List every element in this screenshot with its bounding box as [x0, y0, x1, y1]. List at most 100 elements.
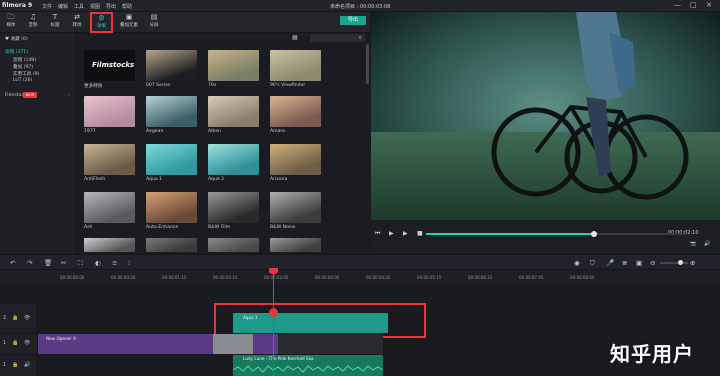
- render-icon[interactable]: ◉: [574, 259, 580, 267]
- skip-back-icon[interactable]: ⏮: [375, 230, 380, 238]
- tab-split-screen[interactable]: ▤ 分屏: [143, 13, 165, 32]
- effect-tile[interactable]: [270, 238, 321, 252]
- menu-view[interactable]: 视图: [90, 3, 100, 10]
- menu-help[interactable]: 帮助: [122, 3, 132, 10]
- effect-tile-label: Aegean: [146, 129, 164, 134]
- undo-icon[interactable]: ↶: [10, 259, 15, 267]
- category-utility[interactable]: 实用工具 (9): [13, 71, 39, 77]
- effect-tile[interactable]: [208, 50, 259, 81]
- crop-icon[interactable]: ⛶: [78, 259, 83, 268]
- track-number-audio: 1: [3, 362, 7, 368]
- tab-media[interactable]: 🗀 媒体: [0, 13, 22, 32]
- filmstocks-logo: Filmstocks: [92, 61, 135, 69]
- search-icon: ⌕: [358, 34, 362, 41]
- effect-tile[interactable]: [146, 50, 197, 81]
- folder-icon: 🗀: [7, 13, 15, 21]
- ruler-tick-label: 00:00:08:00: [570, 275, 595, 280]
- effect-tile[interactable]: [270, 192, 321, 223]
- minimize-icon[interactable]: —: [674, 1, 681, 9]
- screenshot-icon[interactable]: 📷: [690, 241, 696, 247]
- zoom-slider-handle[interactable]: [678, 260, 683, 265]
- timeline-ruler[interactable]: 00:00:00:00 00:00:00:20 00:00:01:15 00:00:0…: [0, 270, 720, 284]
- chevron-right-icon: ›: [68, 93, 70, 98]
- lock-icon[interactable]: 🔒: [12, 362, 18, 368]
- stop-icon[interactable]: ■: [417, 230, 423, 237]
- effect-tile[interactable]: [270, 144, 321, 175]
- category-lut[interactable]: LUT (26): [13, 78, 32, 83]
- export-button[interactable]: 导出: [340, 16, 366, 25]
- ruler-tick-label: 00:00:05:15: [417, 275, 442, 280]
- menu-export[interactable]: 导出: [106, 3, 116, 10]
- effect-tile[interactable]: [146, 192, 197, 223]
- tab-elements[interactable]: ▣ 叠加元素: [116, 13, 142, 32]
- marker-icon[interactable]: ⛉: [590, 259, 595, 268]
- tab-split-screen-label: 分屏: [149, 23, 159, 28]
- eye-icon[interactable]: 👁: [24, 315, 30, 321]
- close-icon[interactable]: ✕: [706, 1, 712, 9]
- maximize-icon[interactable]: □: [690, 1, 697, 9]
- mic-icon[interactable]: 🎤: [606, 259, 614, 267]
- audio-clip[interactable]: Lady Lane - The Pink Kerchief Ska: [233, 355, 383, 376]
- track-header-audio: 1 🔒 🔊: [0, 356, 38, 376]
- effect-tile-label: Alben: [208, 129, 222, 134]
- highlight-box: [214, 303, 426, 338]
- media-toolbar: 🗀 媒体 ♫ 音频 T 标题 ⇄ 转场 ⚙ 效果 ▣ 叠加元素 ▤ 分屏: [0, 12, 370, 33]
- delete-icon[interactable]: 🗑: [44, 259, 52, 267]
- tab-transitions[interactable]: ⇄ 转场: [66, 13, 88, 32]
- transition-marker[interactable]: [213, 334, 253, 354]
- effect-tile-label: Ash: [84, 225, 93, 230]
- effect-tile[interactable]: Filmstocks: [84, 50, 135, 81]
- preview-progress-handle[interactable]: [591, 231, 597, 237]
- lock-icon[interactable]: 🔒: [12, 315, 18, 321]
- playhead-line[interactable]: [273, 268, 274, 376]
- voiceover-icon[interactable]: ≣: [622, 259, 627, 267]
- zoom-out-icon[interactable]: ⊖: [650, 259, 655, 267]
- video-clip-2[interactable]: [278, 334, 383, 354]
- category-favorites[interactable]: ♥ 收藏 (0): [5, 36, 28, 42]
- effect-tile[interactable]: [208, 192, 259, 223]
- effect-tile[interactable]: [270, 96, 321, 127]
- grid-view-icon[interactable]: ▦: [292, 34, 298, 41]
- play-icon[interactable]: ▶: [403, 230, 408, 237]
- effect-tile-label: B&W Film: [208, 225, 231, 230]
- grid-scrollbar[interactable]: [366, 44, 369, 84]
- more-icon[interactable]: ⁝: [128, 259, 130, 267]
- category-overlays[interactable]: 叠加 (97): [13, 64, 33, 70]
- cut-icon[interactable]: ✂: [61, 259, 66, 267]
- track-number-1: 1: [3, 340, 7, 346]
- effect-tile-label: 007 Series: [146, 83, 171, 88]
- effect-tile[interactable]: [270, 50, 321, 81]
- effect-tile[interactable]: [146, 238, 197, 252]
- audio-mixer-icon[interactable]: ≡: [112, 259, 117, 267]
- color-icon[interactable]: ◐: [95, 259, 101, 267]
- effect-tile[interactable]: [146, 96, 197, 127]
- play-back-icon[interactable]: ▶: [389, 230, 394, 237]
- menu-edit[interactable]: 编辑: [58, 3, 68, 10]
- snapshot-icon[interactable]: ▣: [636, 259, 642, 267]
- lock-icon[interactable]: 🔒: [12, 340, 18, 346]
- category-filters[interactable]: 滤镜 (371): [5, 49, 28, 55]
- effect-tile[interactable]: [208, 96, 259, 127]
- effect-tile[interactable]: [84, 96, 135, 127]
- effect-tile[interactable]: [84, 238, 135, 252]
- tab-audio[interactable]: ♫ 音频: [22, 13, 44, 32]
- video-clip-label: New Opener 9: [46, 336, 76, 341]
- zoom-slider[interactable]: [660, 262, 688, 264]
- effect-tile[interactable]: [146, 144, 197, 175]
- speaker-icon[interactable]: 🔊: [24, 362, 30, 368]
- volume-icon[interactable]: 🔊: [704, 241, 710, 247]
- eye-icon[interactable]: 👁: [24, 340, 30, 346]
- effect-tile[interactable]: [84, 144, 135, 175]
- playhead-cut-icon[interactable]: [269, 308, 278, 317]
- tab-effects[interactable]: ⚙ 效果: [90, 12, 113, 33]
- menu-tools[interactable]: 工具: [74, 3, 84, 10]
- menu-file[interactable]: 文件: [42, 3, 52, 10]
- zoom-in-icon[interactable]: ⊕: [690, 259, 695, 267]
- redo-icon[interactable]: ↷: [27, 259, 32, 267]
- effect-tile[interactable]: [208, 238, 259, 252]
- category-filters-sub[interactable]: 滤镜 (149): [13, 57, 36, 63]
- effect-tile[interactable]: [208, 144, 259, 175]
- tab-titles[interactable]: T 标题: [44, 13, 66, 32]
- search-input[interactable]: ⌕: [310, 34, 365, 42]
- effect-tile[interactable]: [84, 192, 135, 223]
